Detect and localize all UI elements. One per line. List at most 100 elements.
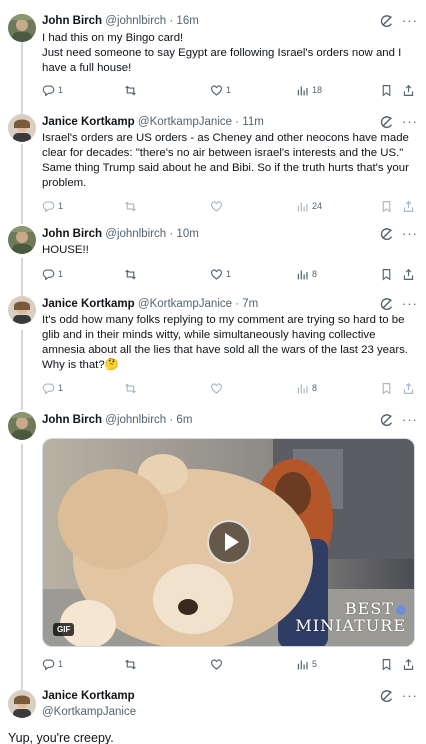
views-icon bbox=[297, 383, 308, 393]
more-icon[interactable]: ··· bbox=[402, 115, 418, 128]
author-name[interactable]: Janice Kortkamp bbox=[42, 116, 135, 128]
timestamp[interactable]: 10m bbox=[176, 228, 198, 240]
repost-button[interactable] bbox=[124, 198, 140, 214]
author-handle[interactable]: @johnlbirch bbox=[105, 15, 166, 27]
like-icon bbox=[211, 200, 222, 212]
more-icon[interactable]: ··· bbox=[402, 689, 418, 702]
avatar[interactable] bbox=[8, 226, 36, 254]
author-handle[interactable]: @KortkampJanice bbox=[138, 116, 232, 128]
share-button[interactable] bbox=[402, 656, 415, 672]
reply-count: 1 bbox=[58, 85, 64, 95]
author-name[interactable]: Janice Kortkamp bbox=[42, 298, 135, 310]
repost-icon bbox=[125, 659, 136, 669]
author-name[interactable]: John Birch bbox=[42, 15, 102, 27]
grok-icon[interactable] bbox=[380, 413, 394, 427]
like-button[interactable] bbox=[210, 380, 226, 396]
gif-media[interactable]: GIF BEST MINIATURE bbox=[42, 438, 415, 647]
repost-button[interactable] bbox=[124, 656, 140, 672]
repost-button[interactable] bbox=[124, 266, 140, 282]
play-icon[interactable] bbox=[207, 520, 251, 564]
watermark-line2: MINIATURE bbox=[295, 616, 406, 635]
bookmark-button[interactable] bbox=[380, 198, 393, 214]
share-icon bbox=[403, 84, 414, 96]
timestamp[interactable]: 16m bbox=[176, 15, 198, 27]
bookmark-icon bbox=[382, 268, 391, 281]
bookmark-button[interactable] bbox=[380, 656, 393, 672]
reply-count: 1 bbox=[58, 383, 64, 393]
reply-icon bbox=[42, 268, 55, 280]
views-icon bbox=[297, 201, 308, 211]
reply-button[interactable]: 1 bbox=[42, 82, 63, 98]
like-icon bbox=[211, 382, 222, 394]
grok-icon[interactable] bbox=[380, 297, 394, 311]
repost-button[interactable] bbox=[124, 82, 140, 98]
timestamp[interactable]: 7m bbox=[242, 298, 258, 310]
avatar[interactable] bbox=[8, 690, 36, 718]
separator-dot: · bbox=[235, 298, 240, 310]
timestamp[interactable]: 11m bbox=[242, 116, 264, 128]
separator-dot: · bbox=[169, 228, 174, 240]
share-button[interactable] bbox=[402, 198, 415, 214]
avatar[interactable] bbox=[8, 14, 36, 42]
repost-icon bbox=[125, 85, 136, 95]
tweet[interactable]: John Birch @johnlbirch · 6m ··· GIF BEST… bbox=[0, 400, 426, 680]
author-name[interactable]: Janice Kortkamp bbox=[42, 690, 135, 702]
grok-icon[interactable] bbox=[380, 689, 394, 703]
like-button[interactable]: 1 bbox=[210, 82, 231, 98]
tweet[interactable]: John Birch @johnlbirch · 16m ··· I had t… bbox=[0, 0, 426, 110]
share-icon bbox=[403, 268, 414, 280]
separator-dot: · bbox=[169, 414, 174, 426]
reply-button[interactable]: 1 bbox=[42, 656, 63, 672]
bookmark-button[interactable] bbox=[380, 380, 393, 396]
tweet[interactable]: Janice Kortkamp @KortkampJanice · 11m ··… bbox=[0, 110, 426, 220]
avatar[interactable] bbox=[8, 412, 36, 440]
tweet[interactable]: John Birch @johnlbirch · 10m ··· HOUSE!!… bbox=[0, 220, 426, 288]
gif-badge: GIF bbox=[53, 623, 75, 636]
reply-button[interactable]: 1 bbox=[42, 266, 63, 282]
like-button[interactable]: 1 bbox=[210, 266, 231, 282]
author-handle[interactable]: @johnlbirch bbox=[105, 228, 166, 240]
author-name[interactable]: John Birch bbox=[42, 414, 102, 426]
grok-icon[interactable] bbox=[380, 115, 394, 129]
reply-button[interactable]: 1 bbox=[42, 380, 63, 396]
like-button[interactable] bbox=[210, 198, 226, 214]
more-icon[interactable]: ··· bbox=[402, 227, 418, 240]
views-count: 24 bbox=[312, 201, 323, 211]
author-name[interactable]: John Birch bbox=[42, 228, 102, 240]
like-icon bbox=[211, 268, 222, 280]
reply-icon bbox=[42, 658, 55, 670]
bookmark-icon bbox=[382, 84, 391, 97]
share-button[interactable] bbox=[402, 380, 415, 396]
bookmark-button[interactable] bbox=[380, 266, 393, 282]
grok-icon[interactable] bbox=[380, 227, 394, 241]
like-button[interactable] bbox=[210, 656, 226, 672]
reply-count: 1 bbox=[58, 269, 64, 279]
avatar[interactable] bbox=[8, 114, 36, 142]
views-button[interactable]: 18 bbox=[296, 82, 322, 98]
avatar[interactable] bbox=[8, 296, 36, 324]
bookmark-icon bbox=[382, 200, 391, 213]
repost-icon bbox=[125, 383, 136, 393]
repost-button[interactable] bbox=[124, 380, 140, 396]
views-button[interactable]: 8 bbox=[296, 266, 317, 282]
views-button[interactable]: 24 bbox=[296, 198, 322, 214]
more-icon[interactable]: ··· bbox=[402, 297, 418, 310]
timestamp[interactable]: 6m bbox=[176, 414, 192, 426]
bookmark-button[interactable] bbox=[380, 82, 393, 98]
reply-count: 1 bbox=[58, 201, 64, 211]
bookmark-icon bbox=[382, 658, 391, 671]
views-button[interactable]: 5 bbox=[296, 656, 317, 672]
more-icon[interactable]: ··· bbox=[402, 14, 418, 27]
share-button[interactable] bbox=[402, 82, 415, 98]
reply-button[interactable]: 1 bbox=[42, 198, 63, 214]
author-handle[interactable]: @KortkampJanice bbox=[42, 706, 136, 718]
grok-icon[interactable] bbox=[380, 14, 394, 28]
share-button[interactable] bbox=[402, 266, 415, 282]
author-handle[interactable]: @johnlbirch bbox=[105, 414, 166, 426]
repost-icon bbox=[125, 201, 136, 211]
author-handle[interactable]: @KortkampJanice bbox=[138, 298, 232, 310]
views-count: 18 bbox=[312, 85, 323, 95]
tweet[interactable]: Janice Kortkamp @KortkampJanice · 7m ···… bbox=[0, 288, 426, 400]
more-icon[interactable]: ··· bbox=[402, 413, 418, 426]
views-button[interactable]: 8 bbox=[296, 380, 317, 396]
